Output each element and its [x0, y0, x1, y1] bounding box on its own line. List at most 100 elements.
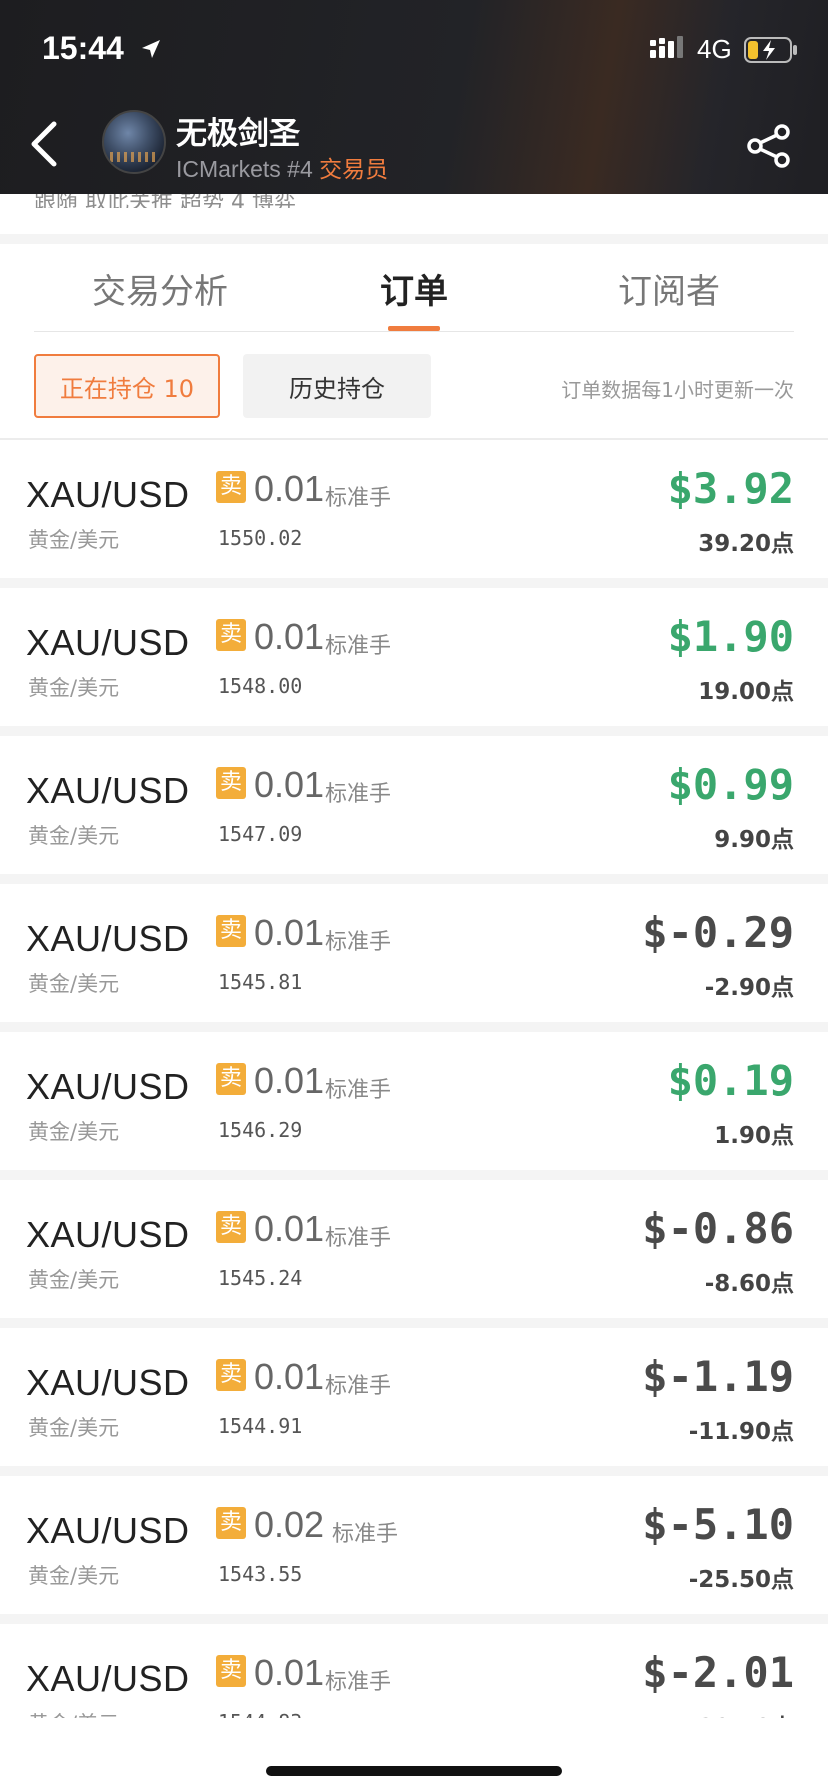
- order-profit: $-1.19: [642, 1352, 794, 1401]
- lot-unit: 标准手: [325, 1078, 392, 1103]
- sell-badge: 卖: [216, 471, 246, 503]
- order-open-price: 1547.09: [218, 822, 303, 846]
- order-profit: $1.90: [667, 612, 794, 661]
- order-pair-name: 黄金/美元: [28, 1120, 120, 1144]
- order-lots: 0.01: [254, 468, 325, 509]
- order-profit: $-0.29: [642, 908, 794, 957]
- order-points: 19.00点: [698, 679, 794, 705]
- sell-badge: 卖: [216, 1359, 246, 1391]
- order-pair-name: 黄金/美元: [28, 1416, 120, 1440]
- order-lots: 0.02: [254, 1504, 325, 1545]
- sell-badge: 卖: [216, 1507, 246, 1539]
- order-points: -8.60点: [704, 1271, 794, 1297]
- home-indicator[interactable]: [266, 1766, 562, 1776]
- order-points: -25.50点: [688, 1567, 794, 1593]
- avatar[interactable]: [102, 110, 166, 174]
- order-row[interactable]: XAU/USD 卖 0.01 标准手 黄金/美元 1544.91 $-1.19 …: [0, 1328, 828, 1476]
- order-row[interactable]: XAU/USD 卖 0.01 标准手 黄金/美元 1544.83 $-2.01 …: [0, 1624, 828, 1718]
- location-arrow-icon: [140, 38, 162, 64]
- filter-history-button[interactable]: 历史持仓: [243, 354, 431, 418]
- order-profit: $-0.86: [642, 1204, 794, 1253]
- active-tab-indicator: [388, 326, 440, 331]
- orders-list: XAU/USD 卖 0.01 标准手 黄金/美元 1550.02 $3.92 3…: [0, 440, 828, 1718]
- order-open-price: 1550.02: [218, 526, 303, 550]
- order-open-price: 1545.24: [218, 1266, 303, 1290]
- order-symbol: XAU/USD: [26, 1362, 190, 1403]
- order-row[interactable]: XAU/USD 卖 0.01 标准手 黄金/美元 1545.24 $-0.86 …: [0, 1180, 828, 1328]
- signal-icon: [650, 36, 688, 64]
- order-pair-name: 黄金/美元: [28, 824, 120, 848]
- network-label: 4G: [697, 34, 732, 64]
- order-symbol: XAU/USD: [26, 1066, 190, 1107]
- lot-unit: 标准手: [325, 1670, 392, 1695]
- order-row[interactable]: XAU/USD 卖 0.01 标准手 黄金/美元 1546.29 $0.19 1…: [0, 1032, 828, 1180]
- order-row[interactable]: XAU/USD 卖 0.01 标准手 黄金/美元 1550.02 $3.92 3…: [0, 440, 828, 588]
- status-time: 15:44: [42, 30, 124, 66]
- order-points: -11.90点: [688, 1419, 794, 1445]
- order-points: -2.90点: [704, 975, 794, 1001]
- battery-charging-icon: [744, 37, 798, 67]
- order-lots: 0.01: [254, 764, 325, 805]
- filter-open-positions-button[interactable]: 正在持仓 10: [34, 354, 220, 418]
- lot-unit: 标准手: [325, 486, 392, 511]
- lot-unit: 标准手: [325, 1226, 392, 1251]
- role-label: 交易员: [319, 157, 389, 183]
- tab-bar: 交易分析 订单 订阅者: [34, 244, 794, 332]
- order-points: -20.10点: [689, 1708, 794, 1718]
- lot-unit: 标准手: [325, 930, 392, 955]
- lot-unit: 标准手: [325, 782, 392, 807]
- order-open-price: 1543.55: [218, 1562, 303, 1586]
- order-symbol: XAU/USD: [26, 474, 190, 515]
- update-note: 订单数据每1小时更新一次: [561, 378, 794, 402]
- order-points: 9.90点: [714, 827, 794, 853]
- tab-orders[interactable]: 订单: [380, 264, 448, 313]
- order-pair-name: 黄金/美元: [28, 972, 120, 996]
- order-profit: $0.99: [667, 760, 794, 809]
- tab-analysis[interactable]: 交易分析: [92, 264, 228, 313]
- sell-badge: 卖: [216, 915, 246, 947]
- order-lots: 0.01: [254, 616, 325, 657]
- sell-badge: 卖: [216, 619, 246, 651]
- order-pair-name: 黄金/美元: [28, 1268, 120, 1292]
- order-lots: 0.01: [254, 1060, 325, 1101]
- order-row[interactable]: XAU/USD 卖 0.01 标准手 黄金/美元 1547.09 $0.99 9…: [0, 736, 828, 884]
- order-pair-name: 黄金/美元: [28, 676, 120, 700]
- order-symbol: XAU/USD: [26, 622, 190, 663]
- sell-badge: 卖: [216, 767, 246, 799]
- order-open-price: 1546.29: [218, 1118, 303, 1142]
- order-open-price: 1548.00: [218, 674, 303, 698]
- order-points: 39.20点: [698, 531, 794, 557]
- order-lots: 0.01: [254, 1652, 325, 1693]
- order-profit: $3.92: [667, 464, 794, 513]
- order-profit: $-2.01: [642, 1648, 794, 1697]
- section-divider: [0, 234, 828, 244]
- order-pair-name: 黄金/美元: [28, 528, 120, 552]
- order-symbol: XAU/USD: [26, 770, 190, 811]
- order-row[interactable]: XAU/USD 卖 0.01 标准手 黄金/美元 1548.00 $1.90 1…: [0, 588, 828, 736]
- order-open-price: 1544.91: [218, 1414, 303, 1438]
- sell-badge: 卖: [216, 1063, 246, 1095]
- order-pair-name: 黄金/美元: [28, 1564, 120, 1588]
- sell-badge: 卖: [216, 1211, 246, 1243]
- order-open-price: 1544.83: [218, 1710, 302, 1718]
- order-open-price: 1545.81: [218, 970, 303, 994]
- order-pair-name: 黄金/美元: [28, 1708, 119, 1718]
- order-lots: 0.01: [254, 1356, 325, 1397]
- order-points: 1.90点: [714, 1123, 794, 1149]
- order-row[interactable]: XAU/USD 卖 0.02 标准手 黄金/美元 1543.55 $-5.10 …: [0, 1476, 828, 1624]
- order-symbol: XAU/USD: [26, 1214, 190, 1255]
- order-symbol: XAU/USD: [26, 1510, 190, 1551]
- lot-unit: 标准手: [325, 1374, 392, 1399]
- chevron-left-icon[interactable]: [28, 120, 60, 172]
- share-icon[interactable]: [746, 124, 792, 172]
- order-row[interactable]: XAU/USD 卖 0.01 标准手 黄金/美元 1545.81 $-0.29 …: [0, 884, 828, 1032]
- tab-subscribers[interactable]: 订阅者: [618, 264, 720, 313]
- sell-badge: 卖: [216, 1655, 246, 1687]
- header-bar: 15:44 4G 无极剑圣 ICMarkets #4 交易员: [0, 0, 828, 194]
- order-profit: $-5.10: [642, 1500, 794, 1549]
- order-symbol: XAU/USD: [26, 1658, 190, 1699]
- trader-subtitle: ICMarkets #4 交易员: [176, 150, 388, 184]
- lot-unit: 标准手: [332, 1522, 399, 1547]
- order-lots: 0.01: [254, 912, 325, 953]
- trader-name: 无极剑圣: [176, 116, 300, 152]
